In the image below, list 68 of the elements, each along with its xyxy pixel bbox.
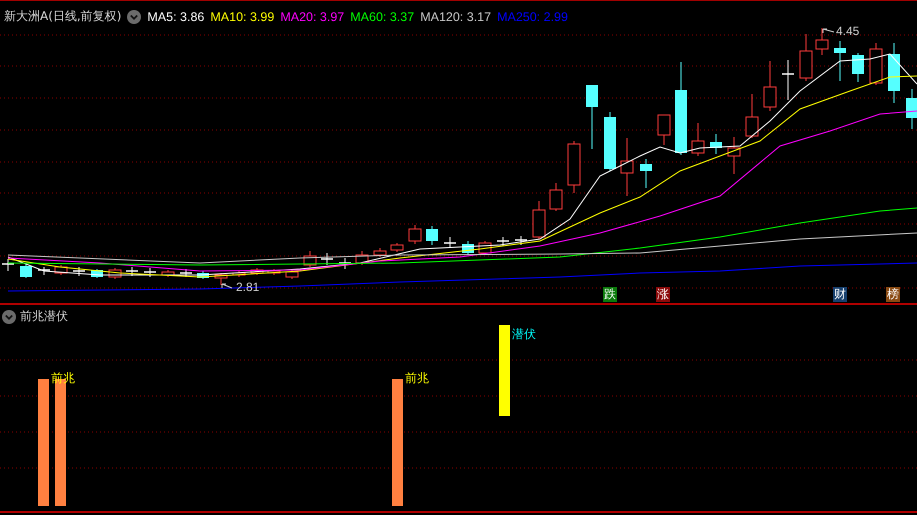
- candlestick: [888, 42, 900, 104]
- candlestick: [782, 60, 794, 100]
- pointer-arrow: [222, 284, 232, 288]
- indicator-title: 前兆潜伏: [20, 308, 68, 325]
- candlestick: [126, 266, 138, 276]
- candlestick: [834, 40, 846, 82]
- candlestick: [710, 134, 722, 154]
- signal-label: 前兆: [405, 371, 429, 385]
- candlestick: [180, 268, 192, 278]
- chevron-down-icon[interactable]: [127, 10, 142, 24]
- candlestick: [144, 268, 156, 278]
- ma-value: MA20: 3.97: [280, 10, 344, 24]
- candlestick: [906, 88, 917, 130]
- candlestick: [426, 226, 438, 246]
- price-label: 4.45: [836, 25, 860, 38]
- candlestick: [232, 270, 246, 278]
- candlestick: [462, 240, 474, 256]
- candlestick: [852, 52, 864, 82]
- candlestick: [268, 268, 280, 276]
- event-marker[interactable]: 跌: [603, 287, 617, 302]
- candlestick: [620, 138, 634, 196]
- candlestick: [515, 236, 527, 246]
- candlestick: [692, 122, 704, 156]
- candlestick: [568, 140, 580, 194]
- chart-title: 新大洲A(日线,前复权): [4, 8, 122, 25]
- candlestick: [339, 258, 351, 270]
- event-marker[interactable]: 财: [833, 287, 847, 302]
- candlestick: [2, 258, 14, 272]
- candlestick: [108, 268, 122, 280]
- ma-value: MA5: 3.86: [147, 10, 204, 24]
- candlestick: [214, 272, 228, 286]
- candlestick: [73, 266, 85, 276]
- candlestick: [38, 266, 50, 276]
- candlestick: [408, 224, 422, 244]
- candlestick: [816, 28, 828, 56]
- candlestick: [390, 242, 404, 252]
- event-marker[interactable]: 榜: [886, 287, 900, 302]
- candlestick: [604, 112, 616, 172]
- candlestick: [640, 158, 652, 188]
- candlestick: [444, 236, 456, 248]
- signal-label: 潜伏: [512, 327, 536, 341]
- candlestick: [20, 264, 32, 278]
- candlestick: [321, 252, 333, 266]
- candlestick: [586, 84, 598, 150]
- event-marker[interactable]: 涨: [656, 287, 670, 302]
- candlestick: [800, 34, 812, 82]
- candlestick: [550, 182, 562, 212]
- ma-value: MA250: 2.99: [497, 10, 568, 24]
- candlestick: [746, 94, 758, 138]
- pointer-arrow: [822, 28, 834, 34]
- candlestick: [250, 268, 264, 276]
- candlestick: [286, 270, 298, 280]
- candlestick: [764, 60, 776, 112]
- ma-value: MA60: 3.37: [350, 10, 414, 24]
- chevron-down-icon[interactable]: [2, 310, 16, 324]
- candlestick: [870, 42, 882, 86]
- candlestick: [532, 200, 546, 240]
- candlestick: [162, 270, 174, 278]
- candlestick: [374, 248, 386, 258]
- candlestick: [658, 114, 670, 146]
- candlestick: [197, 270, 209, 280]
- candlestick: [54, 264, 68, 276]
- candlestick: [356, 250, 368, 266]
- candlestick: [728, 136, 740, 174]
- ma-value: MA120: 3.17: [420, 10, 492, 24]
- candlestick: [304, 250, 316, 268]
- candlestick: [497, 236, 509, 246]
- ma-value: MA10: 3.99: [210, 10, 274, 24]
